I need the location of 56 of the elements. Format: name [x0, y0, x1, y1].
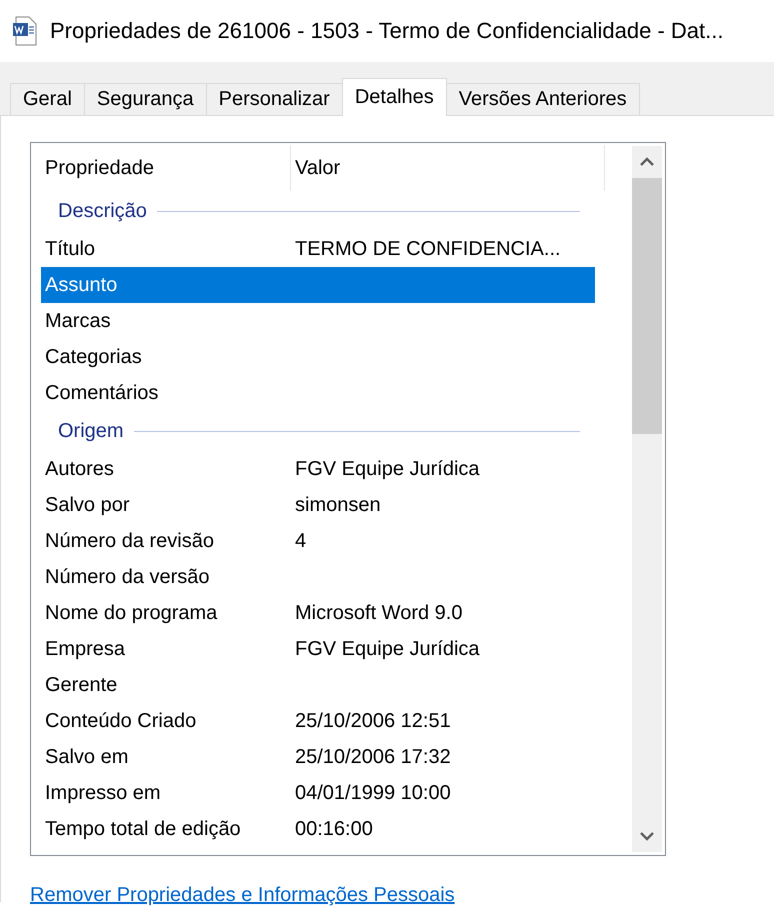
property-value: 4	[294, 530, 306, 552]
property-row[interactable]: Título TERMO DE CONFIDENCIA...	[41, 231, 595, 267]
property-value: TERMO DE CONFIDENCIA...	[294, 238, 561, 260]
tab[interactable]: Versões Anteriores	[446, 83, 640, 115]
property-row[interactable]: Salvo por simonsen	[41, 487, 595, 523]
property-name: Número da revisão	[44, 530, 215, 552]
property-row[interactable]: Gerente	[41, 667, 595, 703]
scroll-up-icon[interactable]	[640, 157, 654, 167]
document-icon	[12, 16, 38, 46]
property-value: 00:16:00	[294, 818, 373, 840]
property-row[interactable]: Número da versão	[41, 559, 595, 595]
property-row[interactable]: Impresso em 04/01/1999 10:00	[41, 775, 595, 811]
property-name: Marcas	[44, 310, 112, 332]
property-value: Microsoft Word 9.0	[294, 602, 462, 624]
property-row[interactable]: Número da revisão 4	[41, 523, 595, 559]
property-value: FGV Equipe Jurídica	[294, 458, 480, 480]
property-name: Empresa	[44, 638, 126, 660]
column-header[interactable]: Valor	[291, 145, 605, 191]
property-row[interactable]: Nome do programa Microsoft Word 9.0	[41, 595, 595, 631]
property-row[interactable]: Conteúdo Criado 25/10/2006 12:51	[41, 703, 595, 739]
group-header: Origem	[58, 420, 124, 442]
property-value: 25/10/2006 12:51	[294, 710, 451, 732]
group-header: Descrição	[58, 200, 147, 222]
property-name: Tempo total de edição	[44, 818, 242, 840]
property-row[interactable]: Categorias	[41, 339, 595, 375]
property-row[interactable]: Autores FGV Equipe Jurídica	[41, 451, 595, 487]
property-name: Categorias	[44, 346, 143, 368]
tab[interactable]: Geral	[10, 83, 85, 115]
property-name: Salvo por	[44, 494, 130, 516]
property-row[interactable]: Empresa FGV Equipe Jurídica	[41, 631, 595, 667]
property-row[interactable]: Salvo em 25/10/2006 17:32	[41, 739, 595, 775]
property-name: Título	[44, 238, 96, 260]
property-value: 25/10/2006 17:32	[294, 746, 451, 768]
property-value: 04/01/1999 10:00	[294, 782, 451, 804]
property-value: simonsen	[294, 494, 381, 516]
remove-properties-link[interactable]: Remover Propriedades e Informações Pessoais	[30, 884, 455, 906]
property-name: Salvo em	[44, 746, 130, 768]
property-name: Nome do programa	[44, 602, 218, 624]
property-row[interactable]: Assunto	[41, 267, 595, 303]
property-row[interactable]: Tempo total de edição 00:16:00	[41, 811, 595, 847]
property-row[interactable]: Marcas	[41, 303, 595, 339]
property-name: Autores	[44, 458, 115, 480]
scrollbar[interactable]	[632, 146, 662, 852]
property-name: Impresso em	[44, 782, 162, 804]
window-title: Propriedades de 261006 - 1503 - Termo de Confidencialidade - Dat...	[50, 18, 724, 44]
tab[interactable]: Detalhes	[342, 78, 447, 116]
property-value: FGV Equipe Jurídica	[294, 638, 480, 660]
property-name: Comentários	[44, 382, 160, 404]
scroll-down-icon[interactable]	[640, 831, 654, 841]
property-name: Número da versão	[44, 566, 211, 588]
column-header[interactable]: Propriedade	[41, 145, 291, 191]
property-name: Gerente	[44, 674, 118, 696]
property-row[interactable]: Comentários	[41, 375, 595, 411]
property-name: Conteúdo Criado	[44, 710, 198, 732]
property-name: Assunto	[44, 274, 118, 296]
scroll-thumb[interactable]	[632, 178, 662, 434]
